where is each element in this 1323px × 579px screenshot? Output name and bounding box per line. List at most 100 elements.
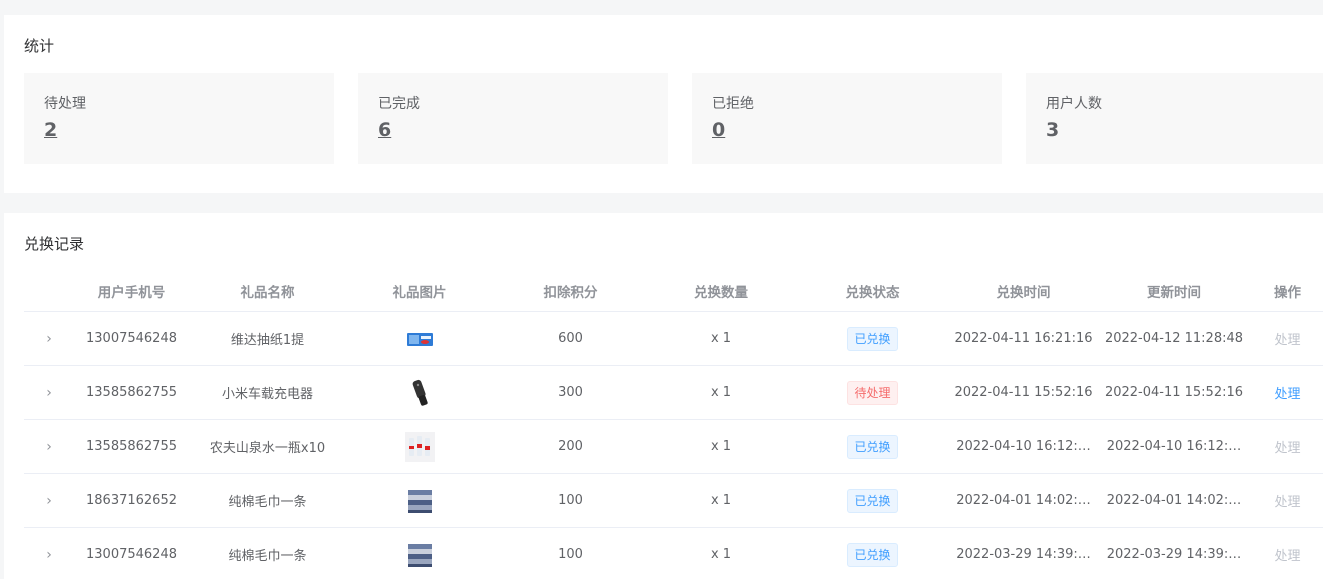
status-badge: 待处理 xyxy=(847,380,898,405)
expand-cell[interactable]: › xyxy=(24,473,74,528)
status-cell: 已兑换 xyxy=(794,473,951,528)
status-cell: 待处理 xyxy=(794,365,951,420)
points-cell: 200 xyxy=(493,419,648,474)
update-time-cell: 2022-04-12 11:28:48 xyxy=(1096,311,1252,366)
stat-value-link[interactable]: 2 xyxy=(44,119,57,141)
gift-name-cell: 农夫山泉水一瓶x10 xyxy=(189,419,346,474)
expand-column-header xyxy=(24,271,74,312)
column-header: 兑换状态 xyxy=(794,271,951,312)
phone-cell: 13585862755 xyxy=(74,419,189,474)
column-header: 兑换数量 xyxy=(648,271,794,312)
gift-name-cell: 纯棉毛巾一条 xyxy=(189,527,346,579)
stat-users: 用户人数 3 xyxy=(1026,73,1323,164)
gift-name-cell: 维达抽纸1提 xyxy=(189,311,346,366)
exchange-time-cell: 2022-04-10 16:12:… xyxy=(951,419,1096,474)
gift-image[interactable] xyxy=(405,540,435,570)
status-badge: 已兑换 xyxy=(847,434,898,459)
status-badge: 已兑换 xyxy=(847,326,898,351)
gift-image-cell xyxy=(346,473,493,528)
gift-image[interactable] xyxy=(405,432,435,462)
process-button[interactable]: 处理 xyxy=(1274,387,1300,402)
stat-value-link[interactable]: 6 xyxy=(378,119,391,141)
table-row: › 13585862755 小米车载充电器 300 x 1 待处理 2022-04-11 1… xyxy=(24,365,1323,420)
points-cell: 300 xyxy=(493,365,648,420)
stat-pending: 待处理 2 xyxy=(24,73,334,164)
gift-name-cell: 小米车载充电器 xyxy=(189,365,346,420)
column-header: 操作 xyxy=(1252,271,1323,312)
stats-title: 统计 xyxy=(24,37,55,55)
gift-name-cell: 纯棉毛巾一条 xyxy=(189,473,346,528)
column-header: 用户手机号 xyxy=(74,271,189,312)
table-row: › 13007546248 维达抽纸1提 600 x 1 已兑换 2022-04-11 16… xyxy=(24,311,1323,366)
points-cell: 100 xyxy=(493,527,648,579)
stat-label: 已拒绝 xyxy=(712,96,754,112)
status-cell: 已兑换 xyxy=(794,527,951,579)
stat-label: 待处理 xyxy=(44,96,86,112)
status-cell: 已兑换 xyxy=(794,311,951,366)
gift-image[interactable] xyxy=(405,378,435,408)
expand-cell[interactable]: › xyxy=(24,365,74,420)
status-cell: 已兑换 xyxy=(794,419,951,474)
chevron-right-icon[interactable]: › xyxy=(46,439,52,455)
stat-rejected: 已拒绝 0 xyxy=(692,73,1002,164)
action-cell: 处理 xyxy=(1252,365,1323,420)
phone-cell: 18637162652 xyxy=(74,473,189,528)
records-table: 用户手机号 礼品名称 礼品图片 扣除积分 兑换数量 兑换状态 兑换时间 更新时间… xyxy=(24,271,1323,579)
stat-label: 已完成 xyxy=(378,96,420,112)
table-row: › 18637162652 纯棉毛巾一条 100 x 1 已兑换 2022-04-01 14… xyxy=(24,473,1323,528)
status-badge: 已兑换 xyxy=(847,542,898,567)
stat-completed: 已完成 6 xyxy=(358,73,668,164)
quantity-cell: x 1 xyxy=(648,419,794,474)
stat-label: 用户人数 xyxy=(1046,96,1102,112)
process-button[interactable]: 处理 xyxy=(1274,549,1300,564)
exchange-time-cell: 2022-04-01 14:02:… xyxy=(951,473,1096,528)
exchange-time-cell: 2022-04-11 15:52:16 xyxy=(951,365,1096,420)
gift-image[interactable] xyxy=(405,324,435,354)
stat-value: 3 xyxy=(1046,119,1060,141)
expand-cell[interactable]: › xyxy=(24,527,74,579)
chevron-right-icon[interactable]: › xyxy=(46,331,52,347)
expand-cell[interactable]: › xyxy=(24,311,74,366)
action-cell: 处理 xyxy=(1252,473,1323,528)
column-header: 礼品名称 xyxy=(189,271,346,312)
gift-image-cell xyxy=(346,311,493,366)
update-time-cell: 2022-04-10 16:12:… xyxy=(1096,419,1252,474)
gift-image-cell xyxy=(346,365,493,420)
gift-image-cell xyxy=(346,527,493,579)
points-cell: 600 xyxy=(493,311,648,366)
gift-image[interactable] xyxy=(405,486,435,516)
column-header: 更新时间 xyxy=(1096,271,1252,312)
exchange-time-cell: 2022-03-29 14:39:… xyxy=(951,527,1096,579)
action-cell: 处理 xyxy=(1252,527,1323,579)
table-row: › 13585862755 农夫山泉水一瓶x10 200 x 1 已兑换 2022-04-1… xyxy=(24,419,1323,474)
action-cell: 处理 xyxy=(1252,419,1323,474)
points-cell: 100 xyxy=(493,473,648,528)
quantity-cell: x 1 xyxy=(648,473,794,528)
chevron-right-icon[interactable]: › xyxy=(46,493,52,509)
phone-cell: 13007546248 xyxy=(74,311,189,366)
phone-cell: 13585862755 xyxy=(74,365,189,420)
process-button[interactable]: 处理 xyxy=(1274,495,1300,510)
quantity-cell: x 1 xyxy=(648,365,794,420)
update-time-cell: 2022-04-11 15:52:16 xyxy=(1096,365,1252,420)
table-row: › 13007546248 纯棉毛巾一条 100 x 1 已兑换 2022-03-29 14… xyxy=(24,527,1323,579)
records-card: 兑换记录 用户手机号 礼品名称 礼品图片 扣除积分 兑换数量 兑换状态 兑换时间… xyxy=(4,213,1323,579)
exchange-time-cell: 2022-04-11 16:21:16 xyxy=(951,311,1096,366)
status-badge: 已兑换 xyxy=(847,488,898,513)
stats-card: 统计 待处理 2 已完成 6 已拒绝 0 用户人数 3 xyxy=(4,15,1323,193)
quantity-cell: x 1 xyxy=(648,311,794,366)
expand-cell[interactable]: › xyxy=(24,419,74,474)
process-button[interactable]: 处理 xyxy=(1274,441,1300,456)
update-time-cell: 2022-04-01 14:02:… xyxy=(1096,473,1252,528)
column-header: 礼品图片 xyxy=(346,271,493,312)
update-time-cell: 2022-03-29 14:39:… xyxy=(1096,527,1252,579)
column-header: 兑换时间 xyxy=(951,271,1096,312)
table-header-row: 用户手机号 礼品名称 礼品图片 扣除积分 兑换数量 兑换状态 兑换时间 更新时间… xyxy=(24,271,1323,312)
stat-value-link[interactable]: 0 xyxy=(712,119,725,141)
process-button[interactable]: 处理 xyxy=(1274,333,1300,348)
chevron-right-icon[interactable]: › xyxy=(46,547,52,563)
column-header: 扣除积分 xyxy=(493,271,648,312)
phone-cell: 13007546248 xyxy=(74,527,189,579)
chevron-right-icon[interactable]: › xyxy=(46,385,52,401)
gift-image-cell xyxy=(346,419,493,474)
